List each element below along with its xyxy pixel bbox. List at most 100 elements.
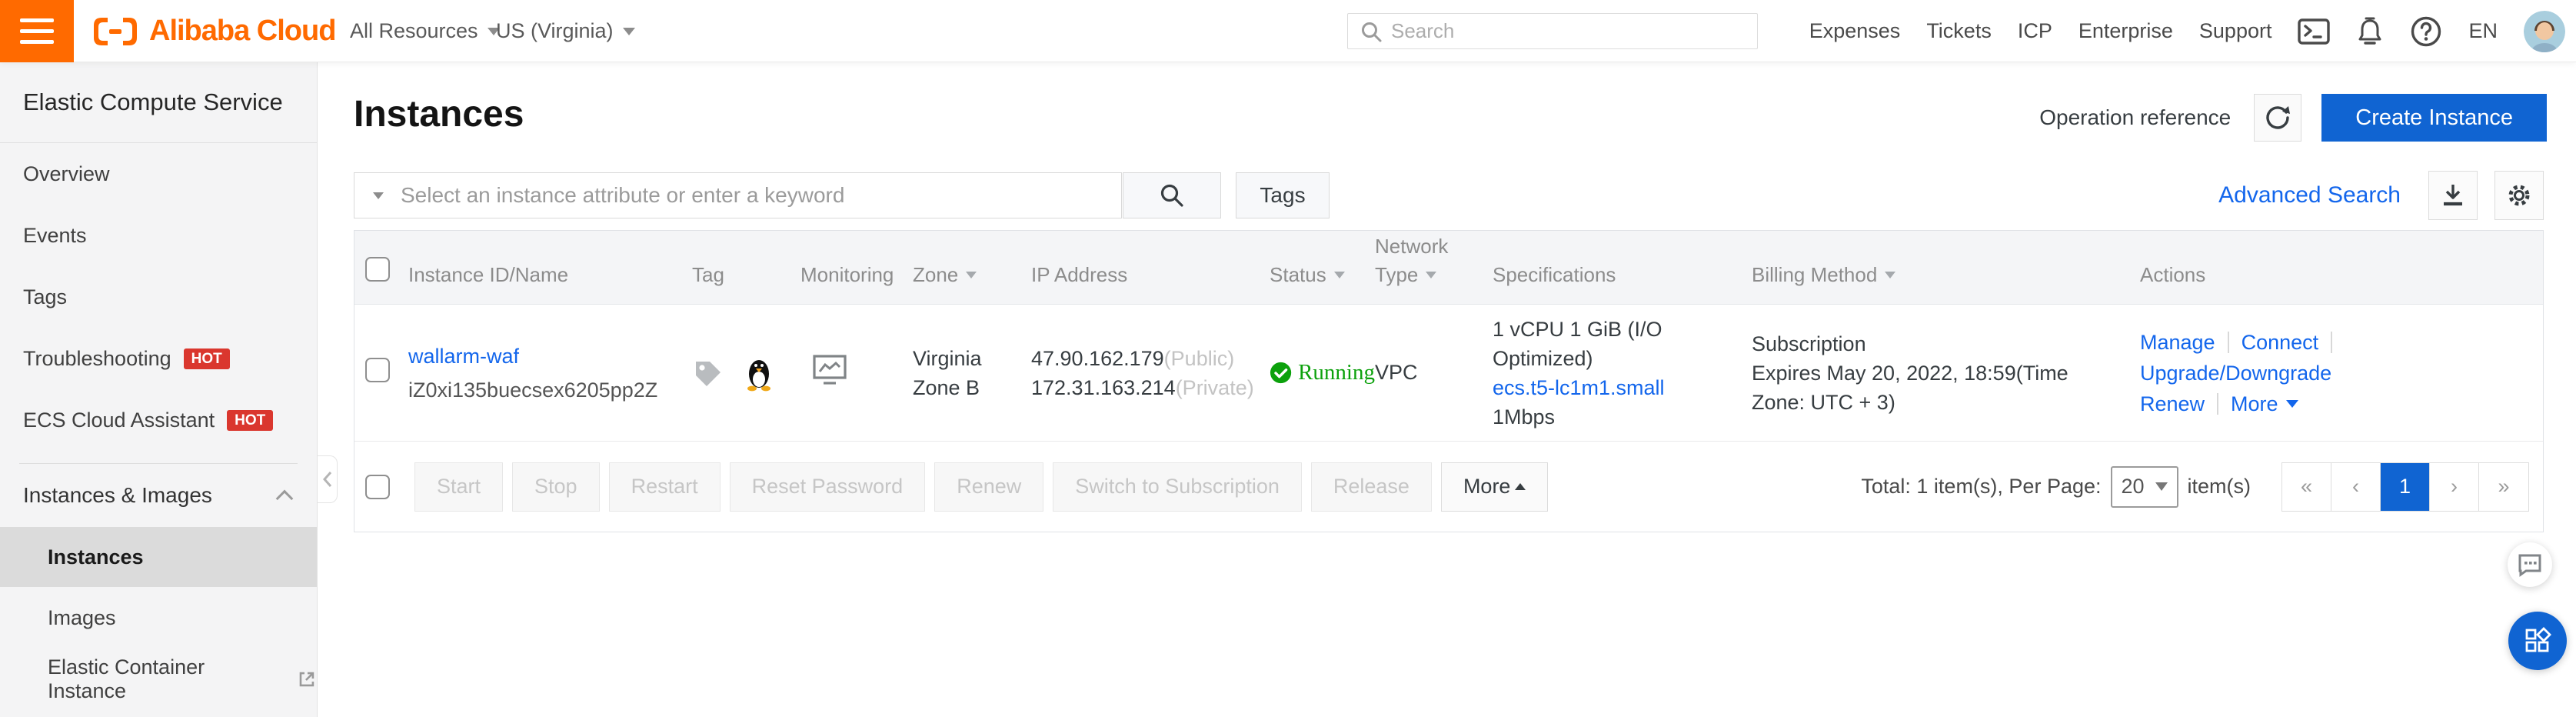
sidebar-item-tags[interactable]: Tags (0, 266, 317, 328)
cloud-shell-button[interactable] (2298, 18, 2330, 45)
hot-badge: HOT (184, 348, 230, 369)
instances-table: Instance ID/Name Tag Monitoring Zone IP … (354, 230, 2544, 532)
sidebar-item-elastic-container-instance[interactable]: Elastic Container Instance (0, 649, 317, 710)
start-button[interactable]: Start (414, 462, 503, 512)
pagination-last[interactable]: » (2479, 463, 2528, 511)
global-search-input[interactable] (1391, 19, 1729, 43)
chevron-up-icon (276, 490, 294, 508)
operation-reference-link[interactable]: Operation reference (2039, 105, 2231, 130)
sidebar-item-events[interactable]: Events (0, 205, 317, 266)
pagination-prev[interactable]: ‹ (2331, 463, 2381, 511)
gear-icon (2504, 180, 2534, 211)
row-checkbox[interactable] (365, 358, 390, 382)
col-header-zone[interactable]: Zone (913, 263, 1031, 304)
monitoring-icon[interactable] (812, 353, 847, 387)
col-header-billing[interactable]: Billing Method (1752, 263, 2140, 304)
action-renew[interactable]: Renew (2140, 389, 2205, 419)
per-page-select[interactable]: 20 (2111, 466, 2178, 508)
col-header-specifications: Specifications (1493, 263, 1752, 304)
sidebar-title: Elastic Compute Service (0, 62, 317, 143)
apps-grid-icon (2522, 625, 2553, 656)
tags-filter-button[interactable]: Tags (1236, 172, 1330, 218)
filter-caret-icon (1334, 272, 1345, 278)
col-header-instance-id: Instance ID/Name (408, 263, 692, 304)
region-selector[interactable]: US (Virginia) (496, 0, 635, 62)
action-more[interactable]: More (2231, 389, 2278, 419)
attribute-filter-input[interactable] (401, 183, 1077, 208)
create-instance-button[interactable]: Create Instance (2321, 94, 2547, 142)
action-upgrade-downgrade[interactable]: Upgrade/Downgrade (2140, 358, 2331, 389)
release-button[interactable]: Release (1311, 462, 1432, 512)
search-button[interactable] (1123, 172, 1221, 218)
tag-icon[interactable] (692, 358, 723, 389)
instance-name-link[interactable]: wallarm-waf (408, 345, 519, 368)
action-manage[interactable]: Manage (2140, 327, 2215, 358)
avatar[interactable] (2524, 11, 2565, 52)
pagination-next[interactable]: › (2430, 463, 2479, 511)
advanced-search-link[interactable]: Advanced Search (2218, 182, 2401, 208)
feedback-chat-button[interactable] (2508, 542, 2552, 587)
select-all-checkbox[interactable] (365, 257, 390, 282)
nav-expenses[interactable]: Expenses (1809, 19, 1901, 43)
alibaba-cloud-logo[interactable]: Alibaba Cloud (91, 0, 335, 62)
sidebar-section-instances-and-images[interactable]: Instances & Images (0, 464, 317, 527)
resource-group-selector[interactable]: All Resources (350, 0, 500, 62)
footer-select-all-checkbox[interactable] (365, 475, 390, 499)
page-title: Instances (354, 93, 524, 135)
action-connect[interactable]: Connect (2242, 327, 2319, 358)
more-button[interactable]: More (1441, 462, 1549, 512)
sidebar-item-images[interactable]: Images (0, 587, 317, 649)
sidebar-item-overview[interactable]: Overview (0, 143, 317, 205)
nav-icp[interactable]: ICP (2018, 19, 2052, 43)
sidebar-collapse-handle[interactable] (318, 455, 338, 503)
search-icon (1359, 19, 1383, 44)
renew-button[interactable]: Renew (934, 462, 1043, 512)
network-type: VPC (1375, 361, 1493, 385)
hamburger-menu-button[interactable] (0, 0, 74, 62)
billing-expiry: Expires May 20, 2022, 18:59(Time Zone: U… (1752, 358, 2117, 417)
total-count-label: Total: 1 item(s), Per Page: (1861, 475, 2101, 499)
refresh-button[interactable] (2254, 94, 2301, 142)
table-row: wallarm-waf iZ0xi135buecsex6205pp2Z (354, 305, 2543, 442)
nav-enterprise[interactable]: Enterprise (2078, 19, 2173, 43)
attribute-filter-box (354, 172, 1122, 218)
sidebar-item-instances[interactable]: Instances (0, 527, 317, 587)
help-button[interactable] (2410, 15, 2442, 48)
language-switcher[interactable]: EN (2468, 19, 2498, 43)
search-icon (1158, 182, 1186, 209)
export-button[interactable] (2428, 171, 2478, 220)
top-bar: Alibaba Cloud All Resources US (Virginia… (0, 0, 2576, 62)
zone-line1: Virginia (913, 344, 1031, 373)
pagination-page-1[interactable]: 1 (2381, 463, 2430, 511)
action-divider (2228, 332, 2229, 353)
table-header-row: Instance ID/Name Tag Monitoring Zone IP … (354, 231, 2543, 305)
sidebar-item-troubleshooting[interactable]: Troubleshooting HOT (0, 328, 317, 389)
help-icon (2410, 15, 2442, 48)
column-settings-button[interactable] (2494, 171, 2544, 220)
nav-support[interactable]: Support (2199, 19, 2272, 43)
chevron-down-icon (2286, 400, 2298, 408)
filter-dropdown-caret-icon[interactable] (373, 192, 384, 199)
nav-tickets[interactable]: Tickets (1926, 19, 1992, 43)
switch-to-subscription-button[interactable]: Switch to Subscription (1053, 462, 1302, 512)
bell-icon (2356, 16, 2384, 47)
alibaba-cloud-logo-icon (91, 15, 140, 48)
sidebar: Elastic Compute Service Overview Events … (0, 62, 318, 717)
col-header-status[interactable]: Status (1270, 263, 1375, 304)
col-header-network-type[interactable]: Network Type (1375, 235, 1493, 304)
notifications-button[interactable] (2356, 16, 2384, 47)
stop-button[interactable]: Stop (512, 462, 600, 512)
items-suffix-label: item(s) (2188, 475, 2252, 499)
chevron-left-icon (321, 470, 334, 489)
pagination-first[interactable]: « (2282, 463, 2331, 511)
sidebar-item-ecs-cloud-assistant[interactable]: ECS Cloud Assistant HOT (0, 389, 317, 451)
restart-button[interactable]: Restart (609, 462, 721, 512)
action-divider (2217, 393, 2218, 415)
external-link-icon (297, 669, 317, 689)
avatar-image (2524, 11, 2565, 52)
spec-instance-type-link[interactable]: ecs.t5-lc1m1.small (1493, 376, 1665, 399)
col-header-monitoring: Monitoring (800, 263, 913, 304)
apps-shortcut-button[interactable] (2508, 612, 2567, 670)
reset-password-button[interactable]: Reset Password (730, 462, 926, 512)
main-content: Instances Operation reference Create Ins… (318, 62, 2576, 717)
